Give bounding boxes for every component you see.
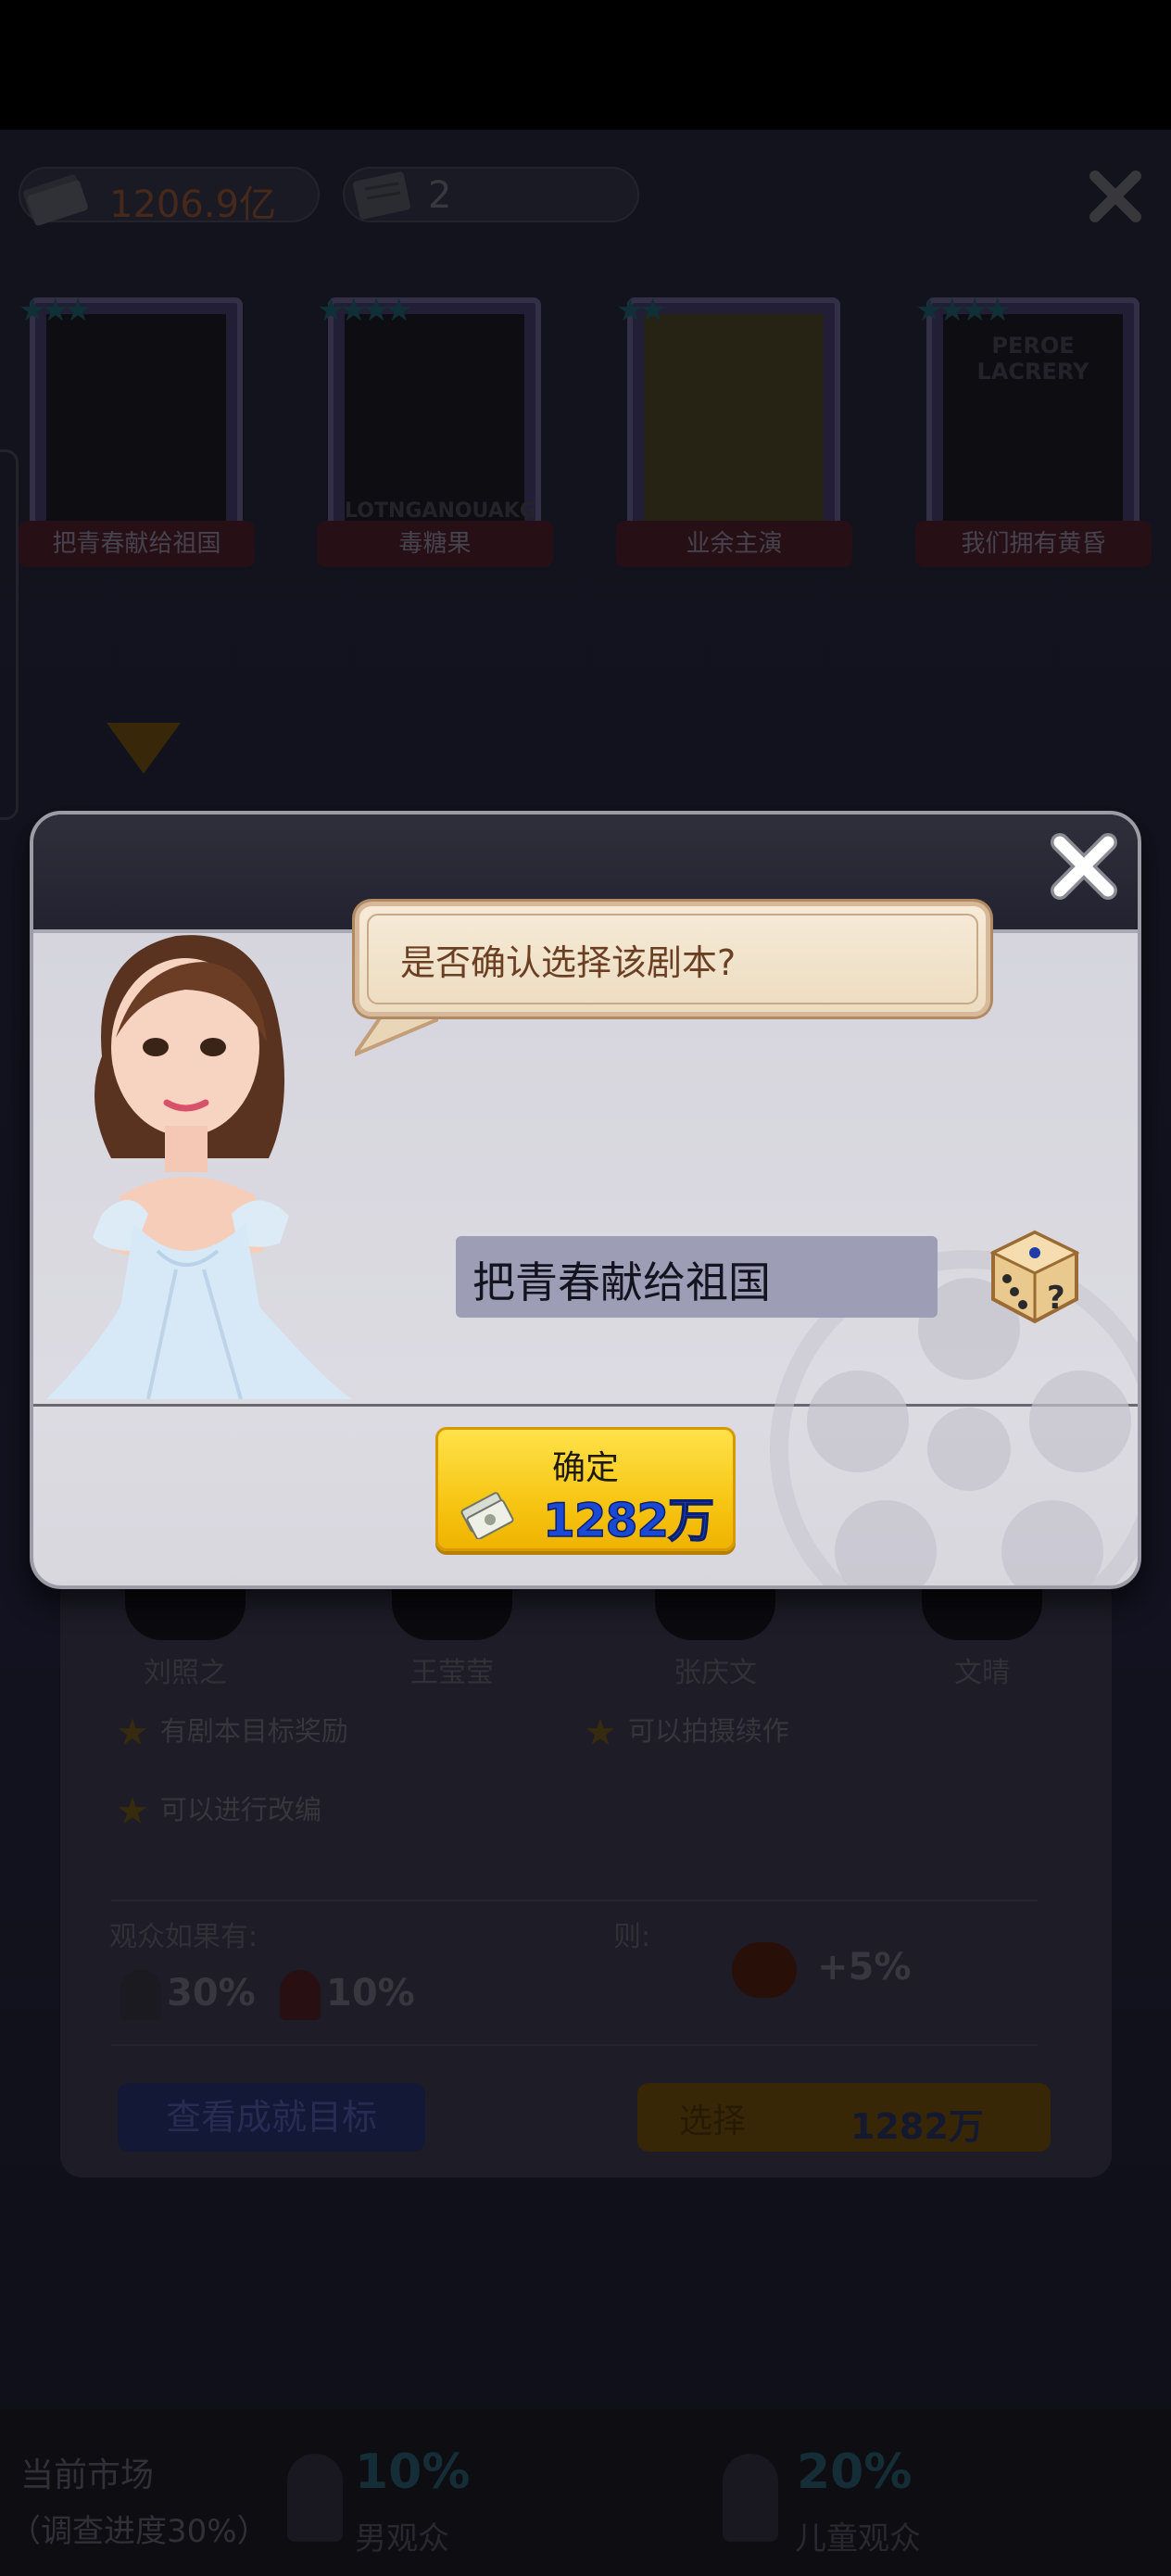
confirm-question: 是否确认选择该剧本?	[400, 942, 737, 983]
close-icon[interactable]	[1047, 829, 1121, 903]
script-name-field[interactable]: 把青春献给祖国	[456, 1236, 938, 1318]
script-name: 把青春献给祖国	[472, 1257, 771, 1307]
money-icon	[460, 1492, 514, 1539]
hostess-character	[46, 935, 352, 1399]
dice-icon[interactable]: ?	[984, 1225, 1086, 1327]
game-screen: { "topbar": { "money": "1206.9亿", "scrip…	[0, 0, 1171, 2576]
speech-bubble: 是否确认选择该剧本?	[355, 902, 990, 1017]
reel-hub	[927, 1408, 1011, 1491]
svg-text:?: ?	[1047, 1280, 1065, 1317]
confirm-button[interactable]: 确定 1282万	[435, 1427, 736, 1551]
confirm-price: 1282万	[542, 1493, 715, 1548]
confirm-label: 确定	[551, 1449, 619, 1487]
reel-hole	[807, 1370, 909, 1472]
reel-hole	[835, 1500, 937, 1585]
reel-hole	[1001, 1500, 1103, 1585]
reel-hole	[1029, 1370, 1131, 1472]
